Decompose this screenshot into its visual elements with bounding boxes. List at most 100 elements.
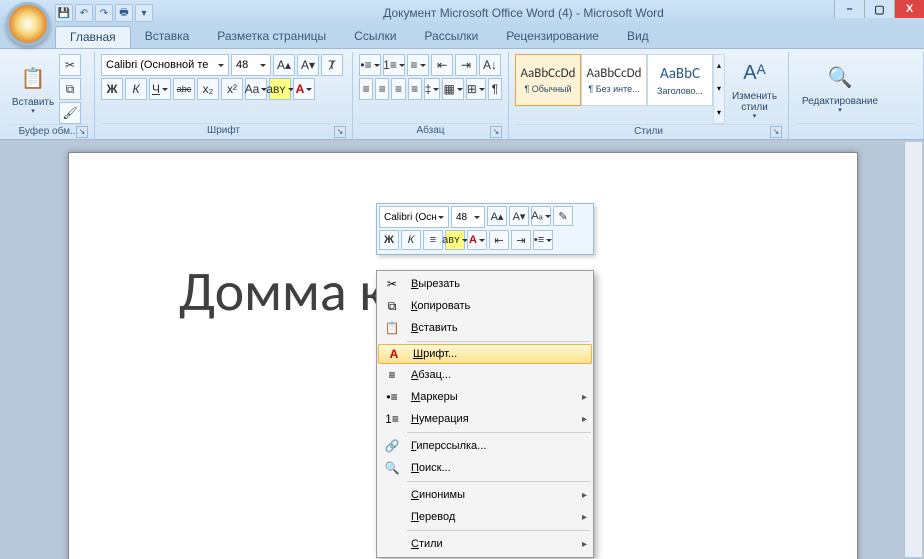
group-label-editing — [795, 123, 917, 139]
align-left-button[interactable]: ≡ — [359, 78, 373, 100]
shrink-font-button[interactable]: A▾ — [297, 54, 319, 76]
group-font: Calibri (Основной те 48 A▴ A▾ Ⱦ Ж К Ч ab… — [95, 52, 353, 139]
scissors-icon: ✂ — [381, 275, 403, 293]
menu-translate[interactable]: Перевод — [377, 506, 593, 528]
undo-icon[interactable]: ↶ — [75, 4, 93, 22]
mini-painter-button[interactable]: ✎ — [553, 206, 573, 226]
line-spacing-button[interactable]: ‡ — [424, 78, 441, 100]
clipboard-launcher[interactable]: ↘ — [76, 126, 88, 138]
paste-icon: 📋 — [381, 319, 403, 337]
menu-paragraph[interactable]: ≡Абзац... — [377, 364, 593, 386]
justify-button[interactable]: ≡ — [408, 78, 422, 100]
menu-search[interactable]: 🔍Поиск... — [377, 457, 593, 479]
bullets-button[interactable]: •≡ — [359, 54, 381, 76]
minimize-button[interactable]: – — [834, 0, 864, 18]
tab-home[interactable]: Главная — [55, 26, 131, 48]
menu-hyperlink[interactable]: 🔗Гиперссылка... — [377, 435, 593, 457]
clear-format-button[interactable]: Ⱦ — [321, 54, 343, 76]
subscript-button[interactable]: x₂ — [197, 78, 219, 100]
tab-references[interactable]: Ссылки — [340, 26, 410, 48]
maximize-button[interactable]: ▢ — [864, 0, 894, 18]
menu-copy[interactable]: ⧉Копировать — [377, 295, 593, 317]
borders-button[interactable]: ⊞ — [466, 78, 486, 100]
tab-view[interactable]: Вид — [613, 26, 663, 48]
multilevel-button[interactable]: ≡ — [407, 54, 429, 76]
group-styles: AaBbCcDd¶ Обычный AaBbCcDd¶ Без инте... … — [509, 52, 789, 139]
styles-launcher[interactable]: ↘ — [770, 126, 782, 138]
mini-grow-button[interactable]: A▴ — [487, 206, 507, 226]
paragraph-icon: ≡ — [381, 366, 403, 384]
align-center-button[interactable]: ≡ — [375, 78, 389, 100]
print-icon[interactable]: 🖶 — [115, 4, 133, 22]
mini-inc-indent-button[interactable]: ⇥ — [511, 230, 531, 250]
numbering-icon: 1≡ — [381, 410, 403, 428]
qat-dropdown-icon[interactable]: ▾ — [135, 4, 153, 22]
font-name-combo[interactable]: Calibri (Основной те — [101, 54, 229, 76]
italic-button[interactable]: К — [125, 78, 147, 100]
format-painter-button[interactable]: 🖌 — [59, 102, 81, 124]
save-icon[interactable]: 💾 — [55, 4, 73, 22]
redo-icon[interactable]: ↷ — [95, 4, 113, 22]
bold-button[interactable]: Ж — [101, 78, 123, 100]
translate-icon — [381, 508, 403, 526]
style-tile-nospacing[interactable]: AaBbCcDd¶ Без инте... — [581, 54, 647, 106]
inc-indent-button[interactable]: ⇥ — [455, 54, 477, 76]
show-marks-button[interactable]: ¶ — [488, 78, 502, 100]
mini-shrink-button[interactable]: A▾ — [509, 206, 529, 226]
mini-toolbar: Calibri (Осн 48 A▴ A▾ Aₐ ✎ Ж К ≡ aʙʏ A ⇤… — [376, 203, 594, 255]
style-tile-normal[interactable]: AaBbCcDd¶ Обычный — [515, 54, 581, 106]
mini-bullets-button[interactable]: •≡ — [533, 230, 553, 250]
para-launcher[interactable]: ↘ — [490, 126, 502, 138]
group-editing: 🔍 Редактирование▾ — [789, 52, 924, 139]
change-styles-button[interactable]: Aᴬ Изменить стили▾ — [727, 54, 782, 124]
shading-button[interactable]: ▦ — [442, 78, 463, 100]
dec-indent-button[interactable]: ⇤ — [431, 54, 453, 76]
mini-font-combo[interactable]: Calibri (Осн — [379, 206, 449, 228]
mini-styles-button[interactable]: Aₐ — [531, 206, 551, 226]
bullets-icon: •≡ — [381, 388, 403, 406]
group-label-styles: Стили — [634, 126, 663, 137]
menu-font[interactable]: AШрифт... — [378, 344, 592, 364]
tab-review[interactable]: Рецензирование — [492, 26, 613, 48]
tab-insert[interactable]: Вставка — [131, 26, 204, 48]
styles-up-icon[interactable]: ▴ — [714, 61, 724, 70]
grow-font-button[interactable]: A▴ — [273, 54, 295, 76]
mini-italic-button[interactable]: К — [401, 230, 421, 250]
font-color-button[interactable]: A — [293, 78, 315, 100]
font-launcher[interactable]: ↘ — [334, 126, 346, 138]
mini-highlight-button[interactable]: aʙʏ — [445, 230, 465, 250]
strike-button[interactable]: abc — [173, 78, 195, 100]
mini-bold-button[interactable]: Ж — [379, 230, 399, 250]
cut-button[interactable]: ✂ — [59, 54, 81, 76]
numbering-button[interactable]: 1≡ — [383, 54, 405, 76]
mini-center-button[interactable]: ≡ — [423, 230, 443, 250]
menu-paste[interactable]: 📋Вставить — [377, 317, 593, 339]
editing-button[interactable]: 🔍 Редактирование▾ — [795, 54, 885, 123]
change-case-button[interactable]: Aa — [245, 78, 267, 100]
style-tile-heading[interactable]: AaBbCЗаголово... — [647, 54, 713, 106]
copy-button[interactable]: ⧉ — [59, 78, 81, 100]
menu-bullets[interactable]: •≡Маркеры — [377, 386, 593, 408]
menu-synonyms[interactable]: Синонимы — [377, 484, 593, 506]
menu-numbering[interactable]: 1≡Нумерация — [377, 408, 593, 430]
align-right-button[interactable]: ≡ — [391, 78, 405, 100]
highlight-button[interactable]: aʙʏ — [269, 78, 291, 100]
find-icon: 🔍 — [824, 62, 856, 94]
mini-size-combo[interactable]: 48 — [451, 206, 485, 228]
vertical-scrollbar[interactable] — [904, 142, 922, 557]
paste-button[interactable]: 📋 Вставить▾ — [9, 54, 57, 124]
underline-button[interactable]: Ч — [149, 78, 171, 100]
menu-cut[interactable]: ✂Вырезать — [377, 273, 593, 295]
font-size-combo[interactable]: 48 — [231, 54, 271, 76]
styles-down-icon[interactable]: ▾ — [714, 84, 724, 93]
tab-layout[interactable]: Разметка страницы — [203, 26, 340, 48]
office-button[interactable] — [6, 2, 50, 46]
superscript-button[interactable]: x² — [221, 78, 243, 100]
mini-dec-indent-button[interactable]: ⇤ — [489, 230, 509, 250]
styles-more-icon[interactable]: ▾ — [714, 108, 724, 117]
menu-styles[interactable]: Стили — [377, 533, 593, 555]
tab-mailings[interactable]: Рассылки — [410, 26, 492, 48]
sort-button[interactable]: A↓ — [479, 54, 501, 76]
mini-color-button[interactable]: A — [467, 230, 487, 250]
close-button[interactable]: X — [894, 0, 924, 18]
